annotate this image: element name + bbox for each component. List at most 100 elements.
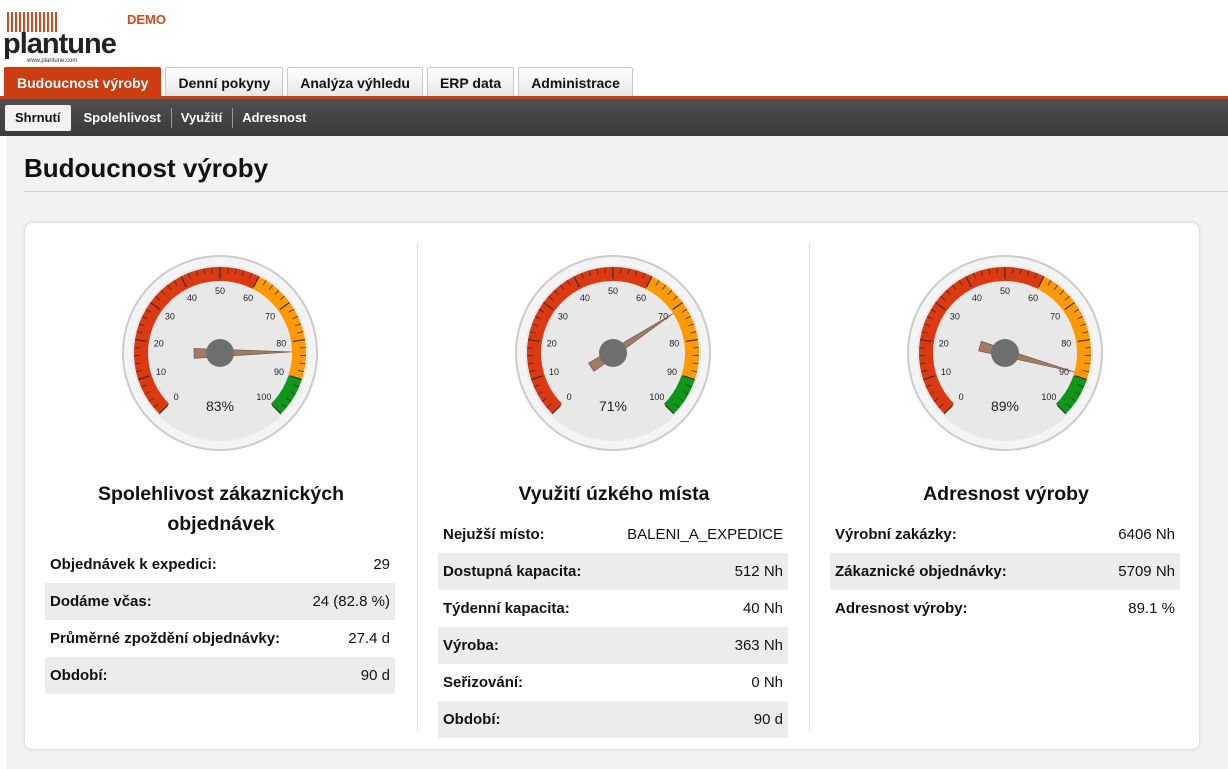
stat-value: 89.1 %	[1128, 600, 1175, 617]
gauge-value-label: 89%	[991, 398, 1019, 414]
stat-row: Dodáme včas: 24 (82.8 %)	[45, 583, 395, 620]
gauge-tick-label: 90	[667, 367, 677, 377]
reliability-stats: Objednávek k expedici: 29 Dodáme včas: 2…	[45, 546, 395, 694]
logo-url: www.plantune.com	[27, 58, 78, 64]
title-divider	[24, 191, 1228, 192]
gauge-hub	[206, 339, 234, 367]
gauge-tick-label: 70	[265, 312, 275, 322]
stat-label: Dodáme včas:	[50, 593, 152, 610]
stat-row: Seřizování: 0 Nh	[438, 664, 788, 701]
stat-value: BALENI_A_EXPEDICE	[627, 526, 783, 543]
tab-denni-pokyny[interactable]: Denní pokyny	[165, 67, 284, 97]
gauge-tick-label: 10	[549, 367, 559, 377]
sub-nav: Shrnutí Spolehlivost Využití Adresnost	[0, 96, 1228, 136]
gauge-svg: 0 10 20 30 40 50 60 70 80 90 100 83%	[122, 255, 318, 451]
gauge-tick-label: 100	[256, 392, 271, 402]
reliability-title-line2: objednávek	[167, 513, 275, 535]
stat-value: 90 d	[360, 667, 390, 684]
stat-value: 27.4 d	[348, 630, 390, 647]
tab-budoucnost-vyroby[interactable]: Budoucnost výroby	[4, 67, 162, 97]
stat-label: Výrobní zakázky:	[835, 526, 957, 543]
bottleneck-title: Využití úzkého místa	[518, 483, 710, 505]
panel-reliability: 0 10 20 30 40 50 60 70 80 90 100 83% Spolehlivost z…	[25, 243, 417, 731]
gauge-tick-label: 20	[154, 338, 164, 348]
gauge-tick-label: 40	[187, 293, 197, 303]
addressability-title: Adresnost výroby	[923, 483, 1089, 505]
logo-wordmark: plantune	[3, 28, 117, 60]
stat-row: Výroba: 363 Nh	[438, 627, 788, 664]
gauge-tick-label: 0	[174, 392, 179, 402]
gauge-tick-label: 0	[959, 392, 964, 402]
stat-label: Zákaznické objednávky:	[835, 563, 1007, 580]
gauge-tick-label: 60	[636, 293, 646, 303]
gauge-bottleneck: 0 10 20 30 40 50 60 70 80 90 100 71%	[513, 253, 713, 453]
stat-row: Výrobní zakázky: 6406 Nh	[830, 516, 1180, 553]
stat-label: Týdenní kapacita:	[443, 600, 570, 617]
stat-row: Adresnost výroby: 89.1 %	[830, 590, 1180, 627]
gauge-value-label: 83%	[206, 398, 234, 414]
gauge-tick	[227, 267, 229, 274]
stat-label: Objednávek k expedici:	[50, 556, 217, 573]
gauge-tick-label: 70	[1050, 312, 1060, 322]
gauge-tick-label: 30	[950, 312, 960, 322]
stat-value: 29	[373, 556, 390, 573]
stat-label: Výroba:	[443, 637, 499, 654]
gauge-tick-label: 50	[608, 286, 618, 296]
gauge-tick-label: 50	[1000, 286, 1010, 296]
gauge-hub	[991, 339, 1019, 367]
stat-value: 0 Nh	[751, 674, 783, 691]
main-tabs: Budoucnost výroby Denní pokyny Analýza v…	[4, 67, 633, 97]
addressability-stats: Výrobní zakázky: 6406 Nh Zákaznické obje…	[830, 516, 1180, 627]
stat-row: Objednávek k expedici: 29	[45, 546, 395, 583]
gauge-tick-label: 50	[215, 286, 225, 296]
gauge-tick-label: 20	[939, 338, 949, 348]
gauge-tick	[211, 267, 213, 274]
stat-row: Dostupná kapacita: 512 Nh	[438, 553, 788, 590]
subtab-shrnuti[interactable]: Shrnutí	[5, 104, 71, 131]
stat-value: 90 d	[753, 711, 783, 728]
page-title: Budoucnost výroby	[24, 153, 269, 183]
subtab-adresnost[interactable]: Adresnost	[232, 105, 316, 131]
gauge-tick-label: 10	[941, 367, 951, 377]
summary-panel: 0 10 20 30 40 50 60 70 80 90 100 83% Spolehlivost z…	[24, 222, 1200, 750]
stat-row: Období: 90 d	[45, 657, 395, 694]
gauge-tick-label: 20	[547, 338, 557, 348]
gauge-tick-label: 0	[567, 392, 572, 402]
stat-value: 24 (82.8 %)	[312, 593, 390, 610]
gauge-svg: 010203040506070809010071%	[515, 255, 711, 451]
subtab-spolehlivost[interactable]: Spolehlivost	[74, 105, 171, 131]
gauge-tick	[1012, 267, 1014, 274]
stat-label: Průměrné zpoždění objednávky:	[50, 630, 281, 647]
stat-row: Období: 90 d	[438, 701, 788, 738]
stat-label: Období:	[443, 711, 501, 728]
gauge-addressability: 0 10 20 30 40 50 60 70 80 90 100 89%	[905, 253, 1105, 453]
bottleneck-stats: Nejužší místo: BALENI_A_EXPEDICE Dostupn…	[438, 516, 788, 738]
tab-analyza-vyhledu[interactable]: Analýza výhledu	[287, 67, 423, 97]
gauge-tick-label: 80	[669, 338, 679, 348]
plantune-logo[interactable]: plantune www.plantune.com	[3, 6, 127, 64]
stat-value: 6406 Nh	[1118, 526, 1175, 543]
gauge-tick-label: 80	[276, 338, 286, 348]
gauge-tick-label: 40	[972, 293, 982, 303]
stat-row: Nejužší místo: BALENI_A_EXPEDICE	[438, 516, 788, 553]
gauge-tick	[996, 267, 998, 274]
subtab-vyuziti[interactable]: Využití	[170, 105, 232, 131]
tab-administrace[interactable]: Administrace	[518, 67, 633, 97]
stat-row: Týdenní kapacita: 40 Nh	[438, 590, 788, 627]
stat-row: Průměrné zpoždění objednávky: 27.4 d	[45, 620, 395, 657]
gauge-tick-label: 90	[274, 367, 284, 377]
reliability-title: Spolehlivost zákaznických objednávek	[45, 479, 397, 539]
gauge-tick-label: 60	[1028, 293, 1038, 303]
gauge-tick-label: 80	[1061, 338, 1071, 348]
stat-value: 5709 Nh	[1118, 563, 1175, 580]
stat-label: Seřizování:	[443, 674, 524, 691]
tab-erp-data[interactable]: ERP data	[426, 67, 515, 97]
gauge-value-label: 71%	[599, 398, 627, 414]
stat-value: 40 Nh	[742, 600, 783, 617]
app-header: plantune www.plantune.com DEMO Budoucnos…	[0, 0, 1228, 97]
reliability-title-line1: Spolehlivost zákaznických	[97, 483, 344, 505]
stat-value: 512 Nh	[734, 563, 783, 580]
gauge-tick-label: 100	[1041, 392, 1056, 402]
panel-addressability: 0 10 20 30 40 50 60 70 80 90 100 89% Adresnost výro…	[809, 243, 1201, 731]
gauge-tick-label: 30	[558, 312, 568, 322]
